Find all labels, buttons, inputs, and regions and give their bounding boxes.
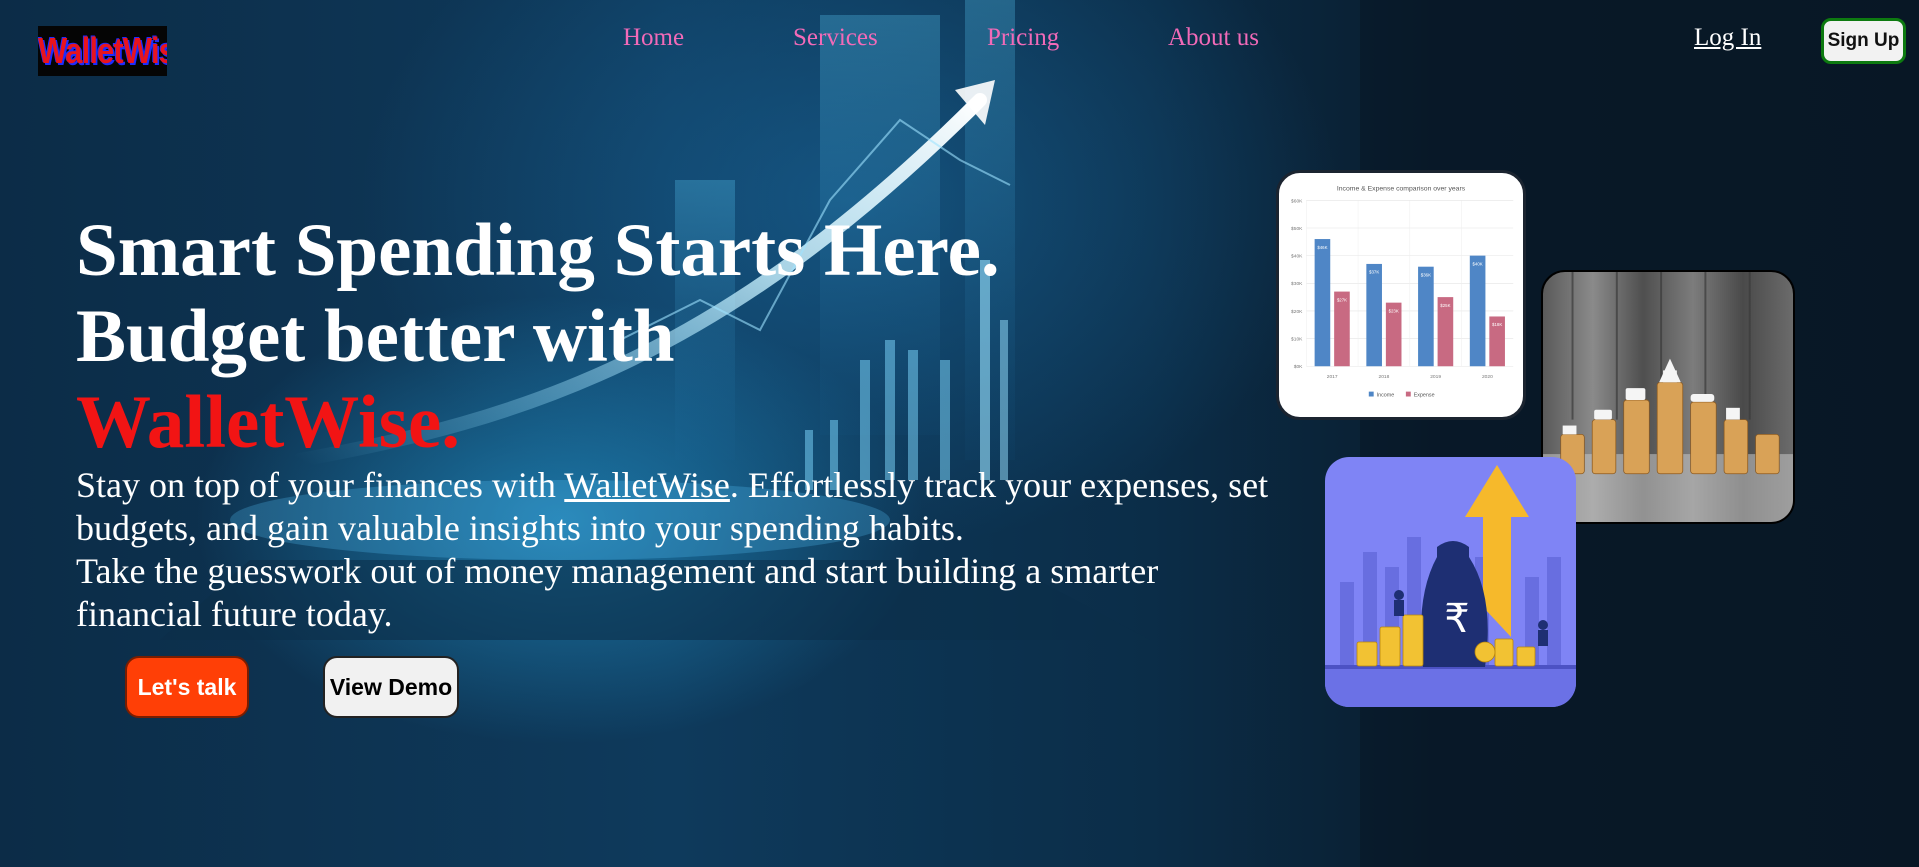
headline-brand: WalletWise. (76, 381, 461, 464)
legend-swatch (1368, 391, 1374, 397)
svg-text:₹: ₹ (1444, 596, 1469, 642)
coin-stacks-image (1541, 270, 1795, 524)
chart-y-tick: $60K (1291, 198, 1303, 204)
chart-x-tick: 2020 (1482, 374, 1493, 380)
hero-description: Stay on top of your finances with Wallet… (76, 464, 1276, 636)
chart-bar-income (1314, 239, 1331, 367)
car-icon (1690, 394, 1715, 402)
rupee-growth-illustration: ₹ (1325, 457, 1576, 707)
income-expense-chart: Income & Expense comparison over years $… (1291, 186, 1514, 399)
brand-logo[interactable]: WalletWise (38, 26, 167, 76)
chart-y-tick: $20K (1291, 309, 1303, 315)
chart-bar-expense (1334, 291, 1350, 367)
lead-text-line-2: Take the guesswork out of money manageme… (76, 551, 1159, 634)
legend-label: Income (1377, 393, 1395, 399)
headline-line-2: Budget better with (76, 295, 675, 378)
chart-y-tick: $50K (1291, 226, 1303, 232)
chart-bar-income (1418, 266, 1434, 367)
chart-data-label: $46K (1317, 245, 1327, 250)
view-demo-button[interactable]: View Demo (323, 656, 459, 718)
chart-y-tick: $10K (1291, 337, 1303, 343)
chart-data-label: $36K (1421, 272, 1431, 277)
chart-x-tick: 2017 (1327, 374, 1338, 380)
legend-label: Expense (1414, 393, 1435, 399)
headline-line-1: Smart Spending Starts Here. (76, 209, 1000, 292)
walletwise-link[interactable]: WalletWise (564, 465, 730, 505)
chart-data-label: $40K (1473, 261, 1483, 266)
legend-swatch (1405, 391, 1411, 397)
chart-bar-income (1469, 255, 1486, 367)
login-link[interactable]: Log In (1694, 24, 1761, 52)
nav-about-link[interactable]: About us (1168, 24, 1259, 52)
signup-button[interactable]: Sign Up (1821, 18, 1906, 64)
nav-pricing-link[interactable]: Pricing (987, 24, 1059, 52)
nav-home-link[interactable]: Home (623, 24, 684, 52)
income-expense-chart-card: Income & Expense comparison over years $… (1276, 170, 1526, 420)
chart-data-label: $37K (1369, 270, 1379, 275)
lets-talk-button[interactable]: Let's talk (125, 656, 249, 718)
nav-services-link[interactable]: Services (793, 24, 878, 52)
chart-data-label: $18K (1492, 322, 1502, 327)
chart-bar-income (1366, 263, 1382, 367)
chart-x-tick: 2019 (1430, 374, 1441, 380)
chart-x-tick: 2018 (1378, 374, 1389, 380)
chart-data-label: $25K (1440, 303, 1450, 308)
lead-text-start: Stay on top of your finances with (76, 465, 565, 505)
chart-y-tick: $30K (1291, 281, 1303, 287)
chart-data-label: $27K (1337, 297, 1347, 302)
chart-y-tick: $40K (1291, 254, 1303, 260)
chart-y-tick: $0K (1294, 364, 1303, 370)
chart-title: Income & Expense comparison over years (1337, 186, 1466, 193)
chart-data-label: $23K (1389, 308, 1399, 313)
hero-headline: Smart Spending Starts Here. Budget bette… (76, 208, 1226, 466)
